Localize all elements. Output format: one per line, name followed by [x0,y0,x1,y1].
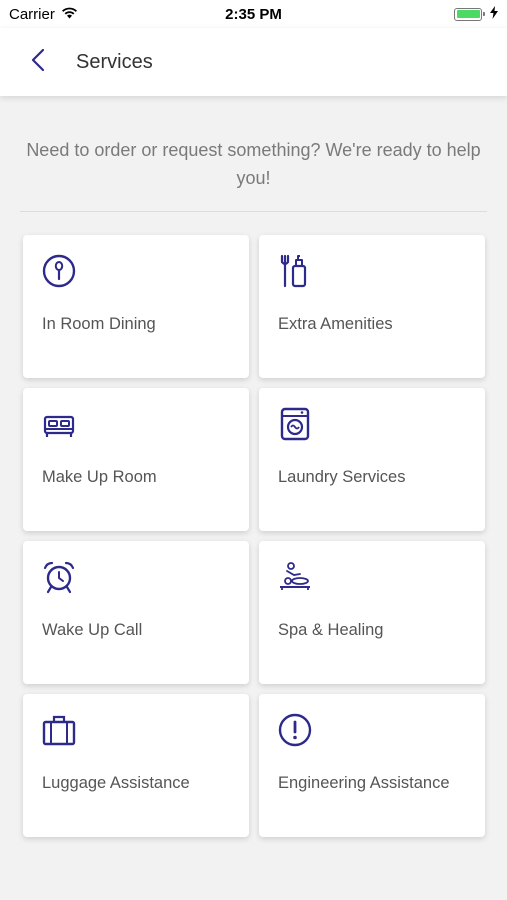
service-card-extra-amenities[interactable]: Extra Amenities [259,235,485,378]
spa-icon [278,560,312,594]
service-card-make-up-room[interactable]: Make Up Room [23,388,249,531]
back-button[interactable] [8,28,68,96]
charging-bolt-icon [490,5,498,23]
divider [20,211,487,212]
service-label: Engineering Assistance [278,774,450,792]
page-title: Services [76,50,153,73]
service-card-wake-up-call[interactable]: Wake Up Call [23,541,249,684]
dining-icon [42,254,76,288]
alarm-clock-icon [42,560,76,594]
chevron-left-icon [31,48,45,77]
battery-icon [454,7,485,21]
service-label: Extra Amenities [278,315,393,333]
service-card-engineering-assistance[interactable]: Engineering Assistance [259,694,485,837]
service-label: Wake Up Call [42,621,143,639]
service-label: Spa & Healing [278,621,384,639]
status-right [454,5,498,23]
carrier-label: Carrier [9,5,55,23]
status-bar: Carrier 2:35 PM [0,0,507,28]
laundry-icon [278,407,312,441]
status-left: Carrier [9,6,78,23]
service-card-laundry-services[interactable]: Laundry Services [259,388,485,531]
luggage-icon [42,713,76,747]
service-label: Make Up Room [42,468,157,486]
service-card-in-room-dining[interactable]: In Room Dining [23,235,249,378]
service-card-spa-healing[interactable]: Spa & Healing [259,541,485,684]
wifi-icon [61,6,78,23]
nav-bar: Services [0,28,507,96]
service-label: In Room Dining [42,315,156,333]
service-label: Luggage Assistance [42,774,190,792]
bed-icon [42,407,76,441]
services-grid: In Room Dining Extra Amenities Make Up R… [23,235,485,837]
amenities-icon [278,254,312,288]
intro-text: Need to order or request something? We'r… [26,140,481,188]
alert-icon [278,713,312,747]
service-card-luggage-assistance[interactable]: Luggage Assistance [23,694,249,837]
service-label: Laundry Services [278,468,406,486]
